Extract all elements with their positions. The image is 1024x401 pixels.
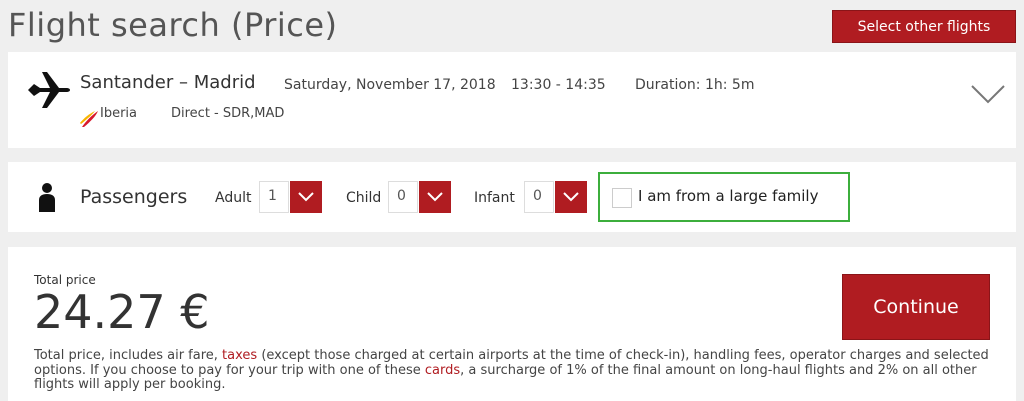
- child-count[interactable]: 0: [388, 181, 418, 213]
- cards-link[interactable]: cards: [425, 363, 460, 378]
- airline-name: Iberia: [100, 106, 138, 121]
- large-family-option: I am from a large family: [598, 172, 850, 222]
- flight-duration: Duration: 1h: 5m: [635, 77, 755, 93]
- adult-count[interactable]: 1: [259, 181, 289, 213]
- airplane-icon: [28, 72, 70, 108]
- chevron-down-icon: [563, 192, 579, 202]
- taxes-link[interactable]: taxes: [222, 348, 257, 363]
- total-price-value: 24.27 €: [34, 285, 210, 339]
- chevron-down-icon: [298, 192, 314, 202]
- large-family-label[interactable]: I am from a large family: [638, 187, 818, 205]
- flight-summary-panel: Santander – Madrid Saturday, November 17…: [8, 52, 1016, 148]
- flight-time: 13:30 - 14:35: [511, 77, 606, 93]
- flight-stops: Direct - SDR,MAD: [171, 106, 285, 121]
- infant-dropdown-button[interactable]: [555, 181, 587, 213]
- chevron-down-icon[interactable]: [970, 82, 1006, 106]
- child-label: Child: [346, 190, 382, 206]
- continue-button[interactable]: Continue: [842, 274, 990, 340]
- child-dropdown-button[interactable]: [419, 181, 451, 213]
- infant-label: Infant: [474, 190, 515, 206]
- passengers-label: Passengers: [80, 186, 188, 208]
- select-other-flights-button[interactable]: Select other flights: [832, 10, 1016, 43]
- flight-date: Saturday, November 17, 2018: [284, 77, 496, 93]
- adult-label: Adult: [215, 190, 252, 206]
- chevron-down-icon: [427, 192, 443, 202]
- flight-route: Santander – Madrid: [80, 72, 256, 93]
- iberia-logo: [80, 111, 98, 127]
- person-icon: [39, 183, 55, 212]
- adult-dropdown-button[interactable]: [290, 181, 322, 213]
- large-family-checkbox[interactable]: [612, 188, 632, 208]
- infant-count[interactable]: 0: [524, 181, 554, 213]
- price-panel: Total price 24.27 € Continue Total price…: [8, 247, 1016, 401]
- disclaimer-text: Total price, includes air fare,: [34, 348, 223, 363]
- page-title: Flight search (Price): [8, 6, 338, 44]
- passengers-panel: Passengers Adult 1 Child 0 Infant 0 I am…: [8, 162, 1016, 232]
- price-disclaimer: Total price, includes air fare, taxes (e…: [34, 348, 994, 393]
